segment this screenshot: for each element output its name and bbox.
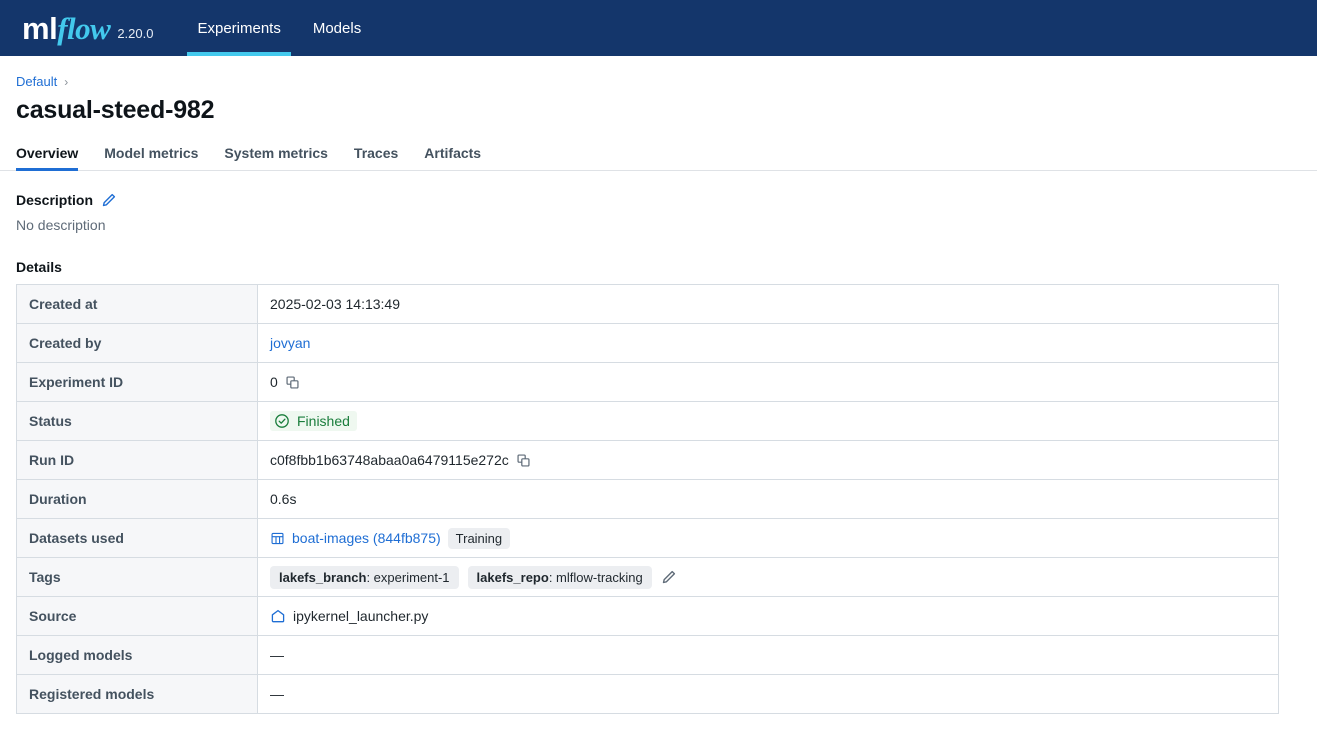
status-text: Finished	[297, 412, 350, 429]
row-value-duration: 0.6s	[257, 479, 1279, 519]
table-row-duration: Duration 0.6s	[16, 479, 1279, 519]
navbar-links: Experiments Models	[181, 0, 377, 56]
row-label-status: Status	[16, 401, 258, 441]
copy-icon[interactable]	[285, 375, 300, 390]
description-heading: Description	[16, 192, 94, 208]
table-row-created-at: Created at 2025-02-03 14:13:49	[16, 284, 1279, 324]
dataset-context-badge: Training	[447, 527, 511, 549]
row-label-logged-models: Logged models	[16, 635, 258, 675]
description-section-header: Description	[16, 192, 1301, 208]
tag-chip: lakefs_repo: mlflow-tracking	[467, 565, 652, 589]
row-value-registered-models: —	[257, 674, 1279, 714]
row-value-datasets-used: boat-images (844fb875) Training	[257, 518, 1279, 558]
tag-separator: :	[548, 569, 557, 585]
breadcrumb-item-default[interactable]: Default	[16, 74, 57, 89]
tab-model-metrics[interactable]: Model metrics	[104, 145, 198, 170]
row-label-duration: Duration	[16, 479, 258, 519]
details-heading: Details	[16, 259, 62, 275]
logo-text: mlflow	[22, 10, 111, 46]
tag-key: lakefs_repo	[476, 569, 549, 585]
chevron-right-icon: ›	[64, 74, 69, 89]
row-label-run-id: Run ID	[16, 440, 258, 480]
tab-system-metrics[interactable]: System metrics	[224, 145, 328, 170]
row-label-tags: Tags	[16, 557, 258, 597]
created-by-link[interactable]: jovyan	[270, 335, 310, 351]
logo-flow: flow	[57, 10, 111, 46]
table-row-source: Source ipykernel_launcher.py	[16, 596, 1279, 636]
tag-value: mlflow-tracking	[556, 569, 643, 585]
row-label-created-at: Created at	[16, 284, 258, 324]
row-label-datasets-used: Datasets used	[16, 518, 258, 558]
row-label-created-by: Created by	[16, 323, 258, 363]
nav-link-models[interactable]: Models	[297, 0, 377, 56]
breadcrumb: Default ›	[16, 74, 1301, 89]
row-label-experiment-id: Experiment ID	[16, 362, 258, 402]
tag-key: lakefs_branch	[279, 569, 367, 585]
page-title: casual-steed-982	[16, 96, 215, 124]
row-value-created-at: 2025-02-03 14:13:49	[257, 284, 1279, 324]
page-body: Default › casual-steed-982 Overview Mode…	[0, 56, 1317, 714]
row-value-created-by: jovyan	[257, 323, 1279, 363]
status-badge: Finished	[270, 410, 357, 431]
tag-value: experiment-1	[373, 569, 450, 585]
table-row-registered-models: Registered models —	[16, 674, 1279, 714]
page-container: Default › casual-steed-982 Overview Mode…	[0, 74, 1317, 714]
row-label-registered-models: Registered models	[16, 674, 258, 714]
nav-link-experiments[interactable]: Experiments	[181, 0, 296, 56]
tags-edit-pencil-icon[interactable]	[661, 569, 677, 585]
table-row-datasets-used: Datasets used boat-images (844fb875) Tra…	[16, 518, 1279, 558]
experiment-id-value: 0	[270, 374, 278, 390]
row-value-logged-models: —	[257, 635, 1279, 675]
table-row-status: Status Finished	[16, 401, 1279, 441]
table-row-created-by: Created by jovyan	[16, 323, 1279, 363]
top-navbar: mlflow 2.20.0 Experiments Models	[0, 0, 1317, 56]
table-row-experiment-id: Experiment ID 0	[16, 362, 1279, 402]
check-circle-icon	[274, 413, 290, 429]
tab-overview[interactable]: Overview	[16, 145, 79, 171]
description-body: No description	[16, 217, 106, 233]
description-edit-pencil-icon[interactable]	[101, 192, 117, 208]
details-table: Created at 2025-02-03 14:13:49 Created b…	[16, 284, 1279, 714]
logo-ml: ml	[22, 10, 58, 46]
version-label: 2.20.0	[117, 25, 154, 41]
tab-traces[interactable]: Traces	[354, 145, 398, 170]
copy-icon[interactable]	[516, 453, 531, 468]
table-row-tags: Tags lakefs_branch: experiment-1 lakefs_…	[16, 557, 1279, 597]
table-row-logged-models: Logged models —	[16, 635, 1279, 675]
run-id-value: c0f8fbb1b63748abaa0a6479115e272c	[270, 452, 509, 468]
row-value-source: ipykernel_launcher.py	[257, 596, 1279, 636]
table-icon	[270, 531, 285, 546]
tag-chip: lakefs_branch: experiment-1	[270, 565, 459, 589]
tab-artifacts[interactable]: Artifacts	[424, 145, 481, 170]
source-value: ipykernel_launcher.py	[293, 608, 429, 624]
row-value-experiment-id: 0	[257, 362, 1279, 402]
dataset-link[interactable]: boat-images (844fb875)	[292, 530, 441, 546]
mlflow-logo[interactable]: mlflow 2.20.0	[22, 13, 153, 44]
row-value-status: Finished	[257, 401, 1279, 441]
row-label-source: Source	[16, 596, 258, 636]
table-row-run-id: Run ID c0f8fbb1b63748abaa0a6479115e272c	[16, 440, 1279, 480]
tag-separator: :	[366, 569, 374, 585]
run-tabs: Overview Model metrics System metrics Tr…	[0, 145, 1317, 171]
row-value-run-id: c0f8fbb1b63748abaa0a6479115e272c	[257, 440, 1279, 480]
row-value-tags: lakefs_branch: experiment-1 lakefs_repo:…	[257, 557, 1279, 597]
home-icon	[270, 608, 286, 624]
